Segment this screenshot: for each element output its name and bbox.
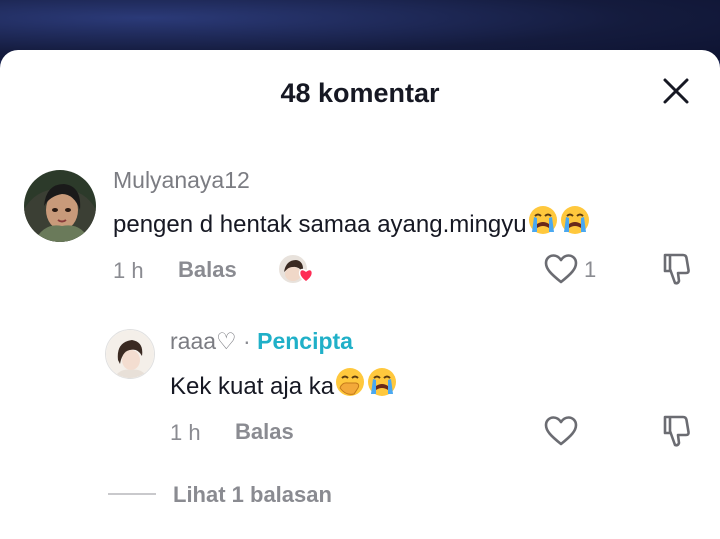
crying-face-emoji [366,366,398,405]
creator-badge: Pencipta [257,328,353,354]
reply-dislike-icon[interactable] [661,413,693,449]
reply-username[interactable]: raaa♡ [170,328,237,354]
reply-avatar[interactable] [105,329,155,379]
comments-count-title: 48 komentar [280,78,440,108]
close-icon[interactable] [662,77,690,105]
comment-time: 1 h [113,258,144,283]
like-count: 1 [584,257,597,282]
avatar[interactable] [24,170,96,242]
creator-liked-badge [276,252,316,286]
dislike-icon[interactable] [661,251,693,287]
comment-text-content: pengen d hentak samaa ayang.mingyu [113,211,527,238]
reply-like-heart-icon[interactable] [543,415,579,447]
hand-over-mouth-emoji [334,366,366,405]
reply-reply-button[interactable]: Balas [235,419,294,445]
comment-text: pengen d hentak samaa ayang.mingyu [113,204,591,243]
reply-text-content: Kek kuat aja ka [170,373,335,400]
see-replies-divider [108,493,156,495]
reply-text: Kek kuat aja ka [170,366,398,405]
reply-header: raaa♡ · Pencipta [170,328,353,355]
separator-dot: · [243,328,251,354]
reply-time: 1 h [170,420,201,445]
comments-sheet: 48 komentar Mulyanaya12 pengen d hentak … [0,50,720,539]
crying-face-emoji [527,204,559,243]
see-replies-button[interactable]: Lihat 1 balasan [173,482,332,508]
crying-face-emoji [559,204,591,243]
like-heart-icon[interactable] [543,253,579,285]
reply-button[interactable]: Balas [178,257,237,283]
comment-username[interactable]: Mulyanaya12 [113,167,250,194]
